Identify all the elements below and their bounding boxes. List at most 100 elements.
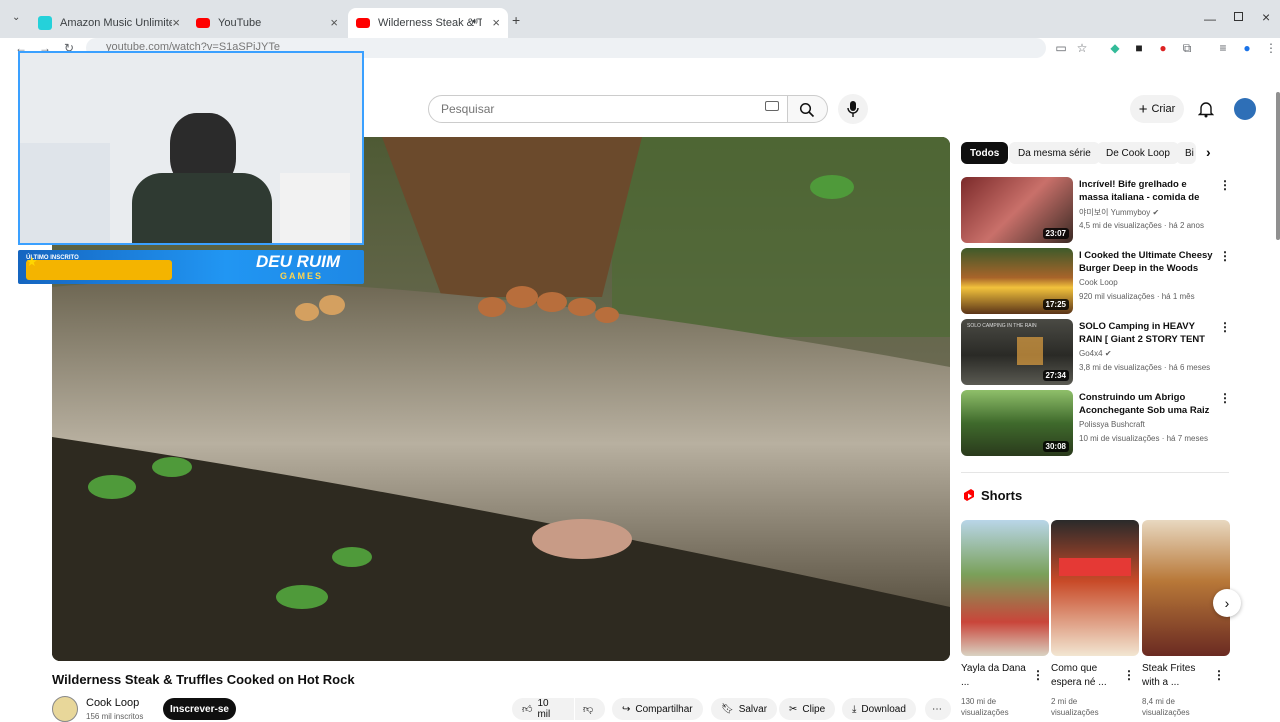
extension-red-icon[interactable]: ● (1156, 41, 1170, 55)
chip-todos[interactable]: Todos (961, 142, 1009, 164)
create-button[interactable]: + Criar (1130, 95, 1184, 123)
tab-title: Wilderness Steak & Truffles (378, 17, 482, 29)
more-vertical-icon[interactable]: ⋮ (1219, 392, 1231, 404)
related-video[interactable]: 23:07 Incrível! Bife grelhado e massa it… (961, 177, 1231, 243)
verified-check-icon: ✔ (1152, 208, 1160, 217)
streamer-webcam-overlay (18, 51, 364, 245)
related-meta: 920 mil visualizações · há 1 mês (1079, 292, 1195, 301)
more-actions-button[interactable]: ⋯ (925, 698, 951, 720)
amazon-music-favicon-icon (38, 16, 52, 30)
video-thumbnail[interactable]: 17:25 (961, 248, 1073, 314)
close-tab-icon[interactable]: × (330, 15, 338, 30)
clip-button[interactable]: ✂ Clipe (779, 698, 836, 720)
related-channel[interactable]: Go4x4 ✔ (1079, 349, 1112, 358)
youtube-favicon-icon (356, 18, 370, 28)
account-avatar[interactable] (1234, 98, 1256, 120)
new-tab-plus-icon[interactable]: + (512, 12, 520, 28)
related-video[interactable]: 17:25 I Cooked the Ultimate Cheesy Burge… (961, 248, 1231, 314)
tab-title: YouTube (218, 17, 262, 29)
related-channel[interactable]: 야미보이 Yummyboy ✔ (1079, 207, 1159, 218)
download-button[interactable]: ⤓ Download (842, 698, 916, 720)
divider (961, 472, 1229, 473)
shorts-heading: Shorts (963, 488, 1022, 503)
more-vertical-icon[interactable]: ⋮ (1219, 250, 1231, 262)
share-button[interactable]: ↪ Compartilhar (612, 698, 703, 720)
related-title[interactable]: I Cooked the Ultimate Cheesy Burger Deep… (1079, 249, 1215, 275)
room-boxes (280, 173, 350, 243)
short-title[interactable]: Steak Frites with a ... (1142, 662, 1212, 690)
short-title[interactable]: Como que espera né ... (1051, 662, 1121, 690)
duration-badge: 27:34 (1042, 370, 1069, 381)
chevron-right-icon[interactable]: › (1206, 144, 1211, 160)
cast-icon[interactable]: ▭ (1054, 41, 1068, 55)
minimize-window-icon[interactable]: — (1204, 12, 1216, 26)
related-video[interactable]: SOLO CAMPING IN THE RAIN 27:34 SOLO Camp… (961, 319, 1231, 385)
keyboard-icon[interactable] (765, 101, 779, 111)
media-control-icon[interactable]: ≡ (1216, 41, 1230, 55)
video-thumbnail[interactable]: SOLO CAMPING IN THE RAIN 27:34 (961, 319, 1073, 385)
search-button[interactable] (788, 95, 828, 123)
profile-icon[interactable]: ● (1240, 41, 1254, 55)
related-video[interactable]: 30:08 Construindo um Abrigo Aconchegante… (961, 390, 1231, 456)
tab-youtube[interactable]: YouTube × (188, 8, 346, 38)
browser-menu-icon[interactable]: ⋮ (1264, 41, 1278, 55)
download-label: Download (861, 703, 906, 715)
like-button[interactable]: 👍︎ 10 mil (512, 698, 574, 720)
related-channel[interactable]: Cook Loop (1079, 278, 1118, 287)
close-tab-icon[interactable]: × (172, 15, 180, 30)
chip-partial[interactable]: Bi (1176, 142, 1196, 164)
more-vertical-icon[interactable]: ⋮ (1032, 668, 1044, 682)
more-horizontal-icon: ⋯ (932, 703, 942, 715)
extension-leaf-icon[interactable]: ◆ (1108, 41, 1122, 55)
more-vertical-icon[interactable]: ⋮ (1219, 321, 1231, 333)
related-title[interactable]: SOLO Camping in HEAVY RAIN [ Giant 2 STO… (1079, 320, 1215, 347)
maximize-window-icon[interactable] (1234, 12, 1243, 21)
more-vertical-icon[interactable]: ⋮ (1213, 668, 1225, 682)
related-title[interactable]: Incrível! Bife grelhado e massa italiana… (1079, 178, 1215, 205)
short-title[interactable]: Yayla da Dana ... (961, 662, 1031, 690)
related-meta: 3,8 mi de visualizações · há 6 meses (1079, 363, 1211, 372)
save-label: Salvar (738, 703, 768, 715)
related-meta: 4,5 mi de visualizações · há 2 anos (1079, 221, 1204, 230)
short-thumbnail[interactable] (961, 520, 1049, 656)
video-thumbnail[interactable]: 30:08 (961, 390, 1073, 456)
audio-playing-icon[interactable]: 🔊︎ (472, 16, 478, 27)
tab-amazon-music[interactable]: Amazon Music Unlimited | Ouç × (30, 8, 188, 38)
shorts-next-button[interactable]: › (1213, 589, 1241, 617)
notifications-bell-icon[interactable] (1198, 100, 1214, 118)
brand-title: DEU RUIM (256, 252, 341, 271)
close-window-icon[interactable]: × (1262, 9, 1270, 25)
chip-da-mesma-serie[interactable]: Da mesma série (1009, 142, 1100, 164)
short-thumbnail[interactable] (1142, 520, 1230, 656)
video-thumbnail[interactable]: 23:07 (961, 177, 1073, 243)
more-vertical-icon[interactable]: ⋮ (1219, 179, 1231, 191)
duration-badge: 30:08 (1042, 441, 1069, 452)
search-placeholder: Pesquisar (441, 102, 495, 116)
youtube-favicon-icon (196, 18, 210, 28)
voice-search-button[interactable] (838, 94, 868, 124)
like-count: 10 mil (537, 698, 551, 720)
dislike-button[interactable]: 👎︎ (575, 698, 605, 720)
chip-de-cook-loop[interactable]: De Cook Loop (1097, 142, 1179, 164)
channel-label: Go4x4 (1079, 349, 1103, 358)
related-channel[interactable]: Polissya Bushcraft (1079, 420, 1145, 429)
search-input[interactable]: Pesquisar (428, 95, 788, 123)
subscribe-button[interactable]: Inscrever-se (163, 698, 236, 720)
extension-dark-icon[interactable]: ■ (1132, 41, 1146, 55)
extensions-puzzle-icon[interactable]: ⧉ (1180, 41, 1194, 55)
related-title[interactable]: Construindo um Abrigo Aconchegante Sob u… (1079, 391, 1215, 418)
brand-subtitle: GAMES (280, 271, 324, 281)
close-tab-icon[interactable]: × (492, 15, 500, 30)
plus-icon: + (1138, 100, 1148, 118)
page-scrollbar[interactable] (1276, 92, 1280, 240)
more-vertical-icon[interactable]: ⋮ (1123, 668, 1135, 682)
channel-name[interactable]: Cook Loop (86, 697, 139, 709)
save-button[interactable]: 🔖︎ Salvar (711, 698, 778, 720)
bookmark-star-icon[interactable]: ☆ (1075, 41, 1089, 55)
tab-wilderness-steak[interactable]: Wilderness Steak & Truffles 🔊︎ × (348, 8, 508, 38)
tab-title: Amazon Music Unlimited | Ouç (60, 17, 172, 29)
tab-list-chevron-icon[interactable]: ⌄ (12, 12, 20, 23)
channel-avatar[interactable] (52, 696, 78, 722)
short-thumbnail[interactable] (1051, 520, 1139, 656)
scissors-icon: ✂ (789, 703, 798, 715)
